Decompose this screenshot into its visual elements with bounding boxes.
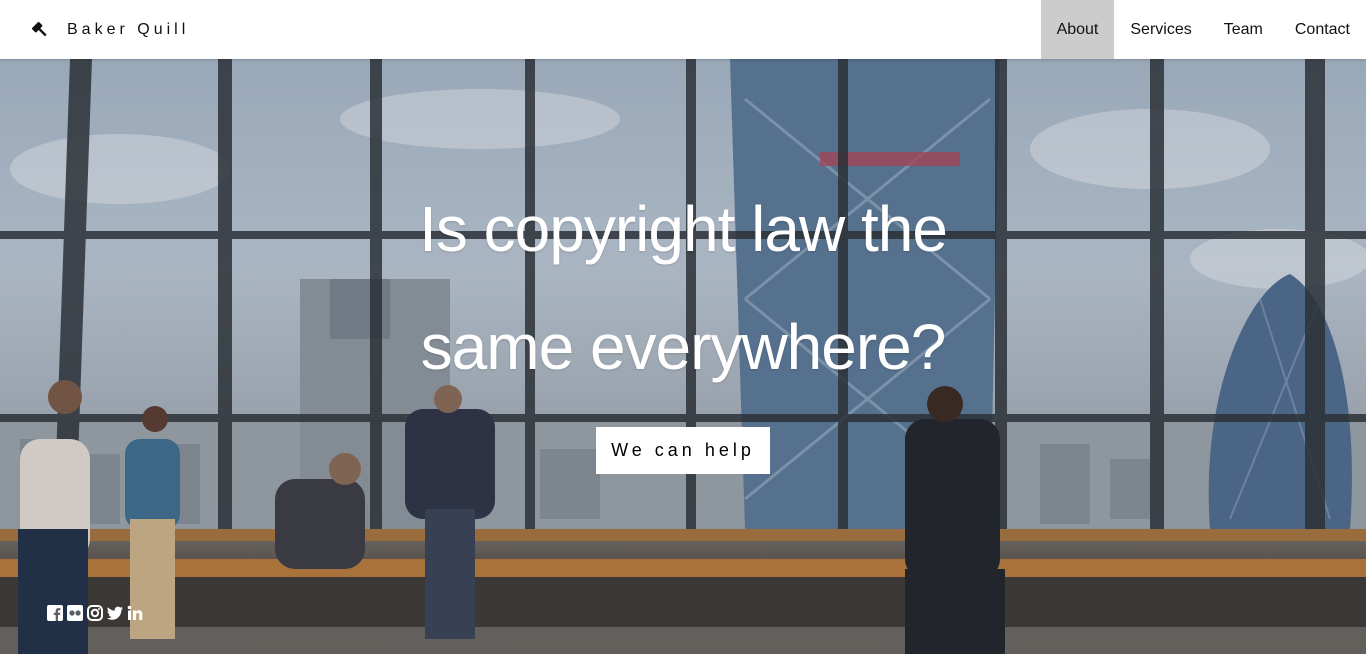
nav-item-about[interactable]: About — [1040, 0, 1115, 59]
brand[interactable]: Baker Quill — [30, 0, 189, 59]
instagram-icon[interactable] — [87, 605, 103, 621]
we-can-help-button[interactable]: We can help — [596, 427, 770, 474]
nav-item-team[interactable]: Team — [1208, 0, 1279, 59]
facebook-icon[interactable] — [47, 605, 63, 621]
flickr-icon[interactable] — [67, 605, 83, 621]
hero-headline-line2: same everywhere? — [420, 311, 947, 383]
top-navbar: Baker Quill About Services Team Contact — [0, 0, 1366, 59]
nav-item-contact-label: Contact — [1294, 20, 1350, 38]
main-menu: About Services Team Contact — [1040, 0, 1366, 59]
hero-headline: Is copyright law the same everywhere? — [283, 170, 1083, 406]
gavel-icon — [31, 21, 47, 36]
twitter-icon[interactable] — [107, 605, 123, 621]
linkedin-icon[interactable] — [127, 605, 143, 621]
nav-item-services-label: Services — [1130, 20, 1192, 38]
social-links — [47, 605, 143, 621]
nav-item-contact[interactable]: Contact — [1279, 0, 1366, 59]
nav-item-services[interactable]: Services — [1114, 0, 1207, 59]
hero-section: Is copyright law the same everywhere? We… — [0, 59, 1366, 654]
nav-item-about-label: About — [1056, 20, 1099, 38]
brand-name: Baker Quill — [67, 20, 190, 38]
nav-item-team-label: Team — [1223, 20, 1263, 38]
hero-headline-line1: Is copyright law the — [419, 193, 948, 265]
